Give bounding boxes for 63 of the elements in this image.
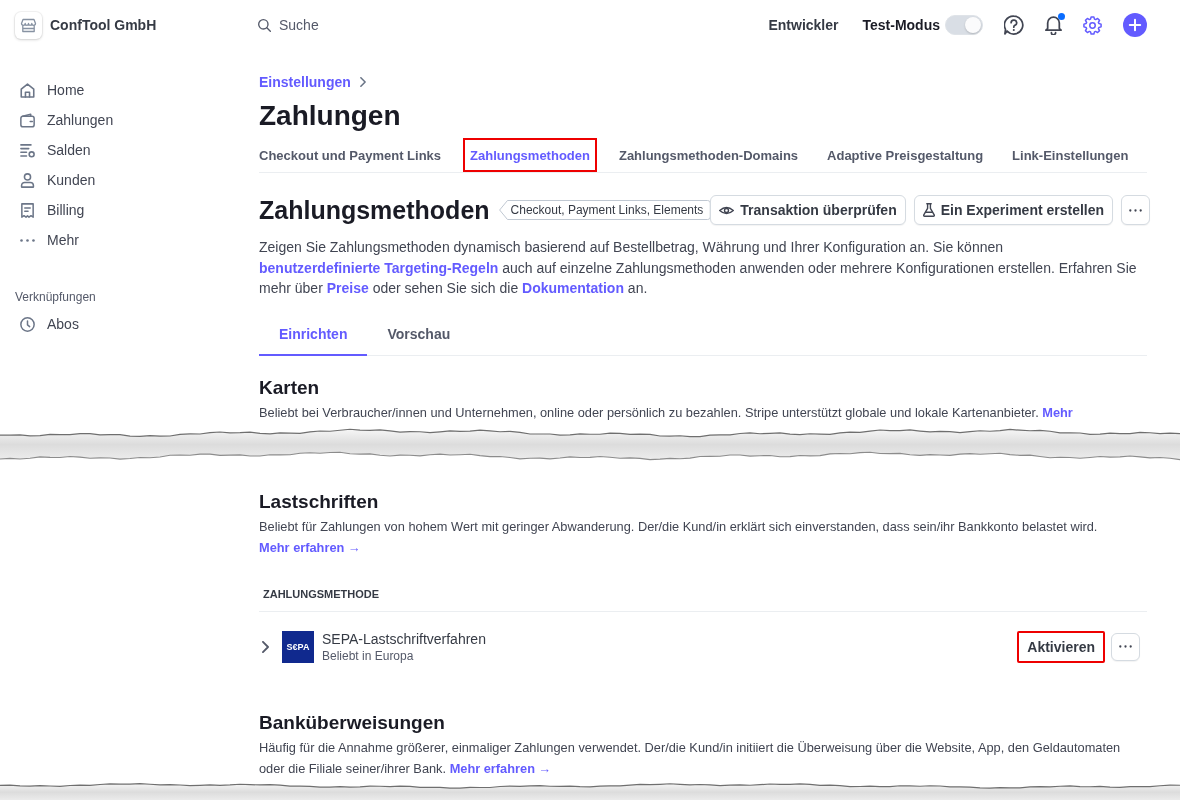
person-icon (19, 172, 35, 188)
review-button[interactable]: Transaktion überprüfen (710, 195, 906, 225)
tab[interactable]: Vorschau (367, 311, 471, 356)
page-title: Zahlungen (259, 99, 402, 133)
test-mode-label: Test-Modus (862, 17, 940, 33)
settings-icon[interactable] (1083, 15, 1102, 35)
search-field[interactable]: Suche (279, 15, 439, 35)
text-link[interactable]: Dokumentation (522, 280, 624, 296)
text-link[interactable]: Mehr erfahren → (259, 539, 361, 555)
text-link[interactable]: Mehr erfahren → (449, 760, 552, 776)
help-icon[interactable] (1004, 15, 1024, 35)
tab[interactable]: Checkout und Payment Links (252, 138, 449, 172)
ellipsis-icon (1129, 208, 1143, 212)
eye-icon (719, 205, 735, 215)
section-title: Zahlungsmethoden (259, 195, 490, 225)
sidebar-item[interactable]: Abos (0, 309, 85, 339)
description-text: Häufig für die Annahme größerer, einmaliger Zahlungen verwendet. Der/die Kund/in initiiert die Überweisung über die Website, App, den Geldautomaten oder die Filiale seiner/ihrer Bank. Mehr erfahren → (259, 738, 1122, 778)
sidebar-item[interactable]: Home (0, 75, 91, 105)
description-text: Zeigen Sie Zahlungsmethoden dynamisch basierend auf Bestellbetrag, Währung und Ihrer Konfiguration an. Sie können benutzerdefinierte Targeting-Regeln auch auf einzelne Zahlungsmethoden anwenden oder mehrere Konfigurationen erstellen. Erfahren Sie mehr über Preise oder sehen Sie sich die Dokumentation an. (259, 238, 1138, 298)
tag: Checkout, Payment Links, Elements (498, 200, 711, 220)
sidebar-item[interactable]: Mehr (0, 225, 85, 255)
column-header: ZAHLUNGSMETHODE (263, 586, 380, 602)
chevron-right-icon (359, 77, 366, 87)
chevron-right-icon[interactable] (262, 640, 269, 653)
text-link[interactable]: Preise (326, 280, 369, 296)
test-mode-toggle[interactable] (945, 15, 983, 35)
section-heading: Karten (259, 375, 321, 400)
plus-icon[interactable] (1123, 13, 1147, 37)
tab[interactable]: Zahlungsmethoden (463, 138, 597, 172)
bell-icon[interactable] (1045, 15, 1062, 35)
description-text: Beliebt für Zahlungen von hohem Wert mit geringer Abwanderung. Der/die Kund/in erklärt sich einverstanden, dass sein/ihr Bankkonto belastet wird. Mehr erfahren → (259, 517, 1099, 557)
breadcrumb-link[interactable]: Einstellungen (259, 74, 351, 90)
ellipsis-icon (1119, 645, 1132, 648)
activate-button[interactable]: Aktivieren (1017, 630, 1105, 663)
text-link[interactable]: benutzerdefinierte Targeting-Regeln (259, 259, 499, 276)
store-icon (15, 11, 42, 39)
developer-link[interactable]: Entwickler (768, 17, 839, 33)
receipt-icon (19, 202, 35, 218)
text-link[interactable]: Mehr (1042, 404, 1073, 420)
tab[interactable]: Adaptive Preisgestaltung (820, 138, 991, 172)
sidebar-item[interactable]: Salden (0, 135, 97, 165)
tab[interactable]: Einrichten (259, 311, 368, 356)
sidebar-heading: Verknüpfungen (15, 289, 96, 305)
account-name[interactable]: ConfTool GmbH (50, 17, 157, 33)
sidebar-item[interactable]: Zahlungen (0, 105, 120, 135)
section-heading: Banküberweisungen (259, 710, 446, 735)
flask-icon (922, 203, 935, 217)
home-icon (19, 82, 35, 98)
section-heading: Lastschriften (259, 489, 380, 514)
wallet-icon (19, 112, 35, 128)
payment-method-subtitle: Beliebt in Europa (322, 647, 414, 664)
tab[interactable]: Link-Einstellungen (1005, 138, 1136, 172)
clock-icon (19, 316, 35, 332)
tab[interactable]: Zahlungsmethoden-Domains (611, 138, 806, 172)
list-icon (19, 142, 35, 158)
sidebar-item[interactable]: Kunden (0, 165, 102, 195)
search-icon (258, 18, 271, 32)
sidebar-item[interactable]: Billing (0, 195, 91, 225)
experiment-button[interactable]: Ein Experiment erstellen (913, 195, 1114, 225)
payment-method-name: SEPA-Lastschriftverfahren (322, 629, 486, 648)
payment-method-logo: S€PA (282, 630, 314, 663)
description-text: Beliebt bei Verbraucher/innen und Unternehmen, online oder persönlich zu bezahlen. Stripe unterstützt globale und lokale Kartenanbieter. Mehr (259, 403, 1074, 422)
ellipsis-icon (19, 238, 35, 242)
